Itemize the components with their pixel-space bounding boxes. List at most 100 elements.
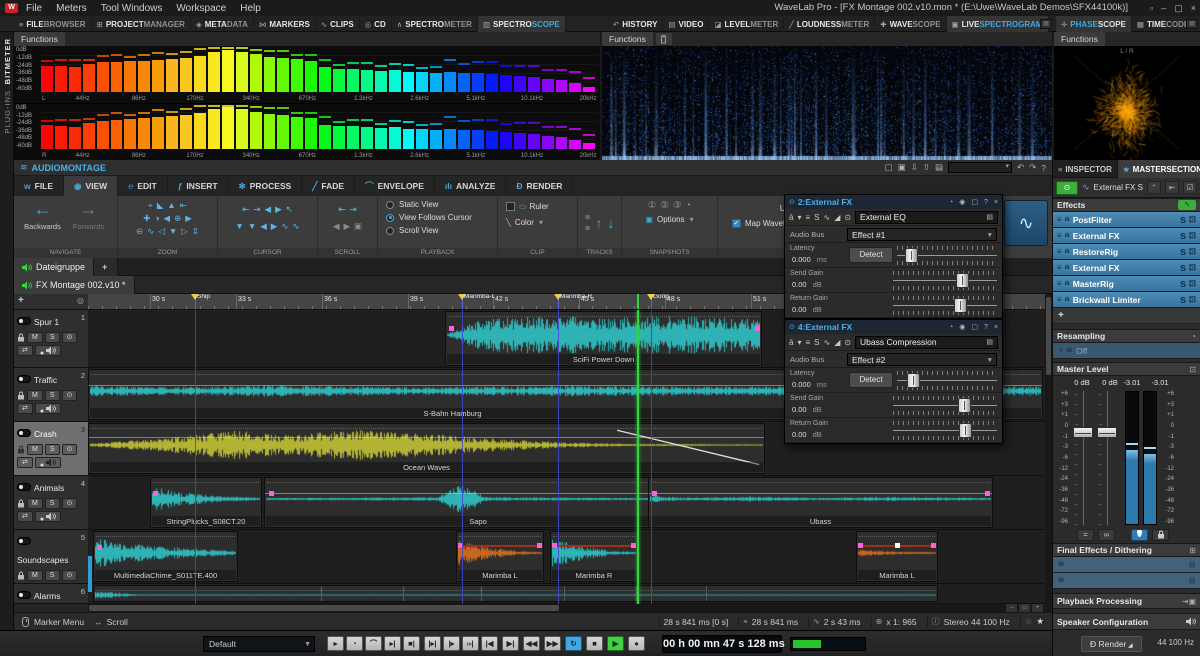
clip-handle[interactable] [755, 326, 760, 331]
play-mode-button-4[interactable]: ■| [403, 636, 420, 651]
help-icon[interactable]: ? [984, 324, 988, 331]
preset-menu-icon[interactable]: ▤ [986, 338, 993, 346]
play-mode-button-1[interactable]: ◔ [346, 636, 363, 651]
volume-envelope[interactable] [649, 493, 992, 494]
tab-metadata[interactable]: ◈METADATA [191, 16, 254, 32]
envelope-handle[interactable] [895, 543, 900, 548]
snapshot-slot-icon[interactable]: ② [660, 200, 669, 211]
bypass-effect-button[interactable]: ⊡ [1189, 262, 1196, 273]
zoom-tool-icon[interactable]: ✚ [143, 213, 150, 224]
ribbon-tab-file[interactable]: wFILE [14, 176, 64, 196]
slider-handle[interactable] [905, 248, 918, 263]
tool-config-icon[interactable]: ∿ [1082, 182, 1090, 193]
monitor-icon[interactable]: ◉ [959, 323, 965, 331]
effect-slot-external-fx[interactable]: ≡ıΙıExternal FXS⊡ [1053, 228, 1200, 244]
cursor-tool-icon[interactable]: ▼ [235, 221, 243, 232]
clip-ocean-waves[interactable]: Ocean Waves [88, 423, 765, 474]
cursor-tool-icon[interactable]: ▼ [248, 221, 256, 232]
fader-menu-button[interactable]: = [1077, 529, 1094, 541]
scroll-tool-icon[interactable]: ▶ [343, 221, 350, 232]
track-zoom-indicator[interactable] [88, 556, 92, 592]
rewind-button[interactable]: ◀◀ [523, 636, 540, 651]
zoom-tool-icon[interactable]: ⇤ [180, 200, 187, 211]
cursor-tool-icon[interactable]: ∿ [281, 221, 288, 232]
apply-icon[interactable]: ☑ [1183, 181, 1197, 194]
tab-cd[interactable]: ◎CD [360, 16, 392, 32]
mute-button[interactable]: M [27, 390, 43, 401]
envelope-handle[interactable] [858, 543, 863, 548]
new-icon[interactable]: ▢ [885, 162, 893, 173]
snapshot-slot-icon[interactable]: ◔ [685, 200, 691, 211]
forwards-button[interactable]: →Forwards [66, 198, 112, 231]
clip-scifi-power-down[interactable]: SciFi Power Down [445, 311, 762, 366]
lock-icon[interactable] [17, 391, 25, 400]
track-header-spur-1[interactable]: Spur 11MS⊙⇄● [14, 310, 88, 368]
track-header-traffic[interactable]: Traffic2MS⊙⇄● [14, 368, 88, 422]
track-bypass-button[interactable]: ⊙ [62, 498, 78, 509]
resampling-header-icon[interactable]: ◔ [1191, 332, 1196, 341]
bypass-icon[interactable]: ⊡ [1189, 561, 1195, 569]
tab-markers[interactable]: ⋈MARKERS [254, 16, 316, 32]
zoom-tool-icon[interactable]: ▶ [185, 213, 192, 224]
level-icon[interactable]: ◢ [834, 338, 840, 347]
export-icon[interactable]: ▤ [935, 162, 943, 173]
cursor-tool-icon[interactable]: ▶ [271, 221, 278, 232]
zoom-tool-icon[interactable]: ∿ [147, 226, 154, 237]
track-routing-button[interactable]: ⇄ [17, 511, 33, 522]
master-fader-left[interactable] [1073, 391, 1093, 525]
scroll-tool-icon[interactable]: ⇥ [350, 204, 357, 215]
track-settings-icon[interactable]: ◎ [77, 296, 84, 305]
open-icon[interactable]: ▣ [898, 162, 906, 173]
lock-faders-button[interactable] [1152, 529, 1169, 541]
clip-ubass[interactable]: Ubass [648, 477, 993, 528]
help-icon[interactable]: ? [1041, 163, 1046, 173]
stop-button[interactable]: ■ [586, 636, 603, 651]
ribbon-tab-envelope[interactable]: ⌒ENVELOPE [355, 176, 435, 196]
tab-loudnessmeter[interactable]: ╱LOUDNESSMETER [784, 16, 875, 32]
maximize-icon[interactable]: ▢ [1174, 3, 1183, 14]
zoom-tool-icon[interactable]: ⇕ [192, 226, 199, 237]
lock-icon[interactable] [17, 333, 25, 342]
solo-icon[interactable]: S [814, 338, 819, 347]
effect-slot-postfilter[interactable]: ≡ıΙıPostFilterS⊡ [1053, 212, 1200, 228]
goto-start-button[interactable]: |◀ [481, 636, 498, 651]
group-tab-dateigruppe[interactable]: Dateigruppe [14, 258, 94, 276]
save-icon[interactable]: ⇩ [911, 162, 918, 173]
slider-handle[interactable] [954, 298, 967, 313]
clip-marimba-l[interactable]: Marimba L [856, 531, 938, 582]
menu-help[interactable]: Help [240, 3, 261, 14]
track-list-icon[interactable]: ≣ [585, 224, 591, 232]
param-slider[interactable] [893, 271, 997, 290]
cursor-tool-icon[interactable]: ⇥ [253, 204, 260, 215]
zoom-tool-icon[interactable]: ◣ [157, 200, 164, 211]
effect-slot-brickwall-limiter[interactable]: ≡ıΙıBrickwall LimiterS⊡ [1053, 292, 1200, 308]
anti-clip-button[interactable] [1131, 529, 1148, 541]
resampling-slot[interactable]: ◑ıΙıOff [1053, 343, 1200, 359]
final-effect-slot-2[interactable]: ıΙı⊡ [1053, 573, 1200, 589]
zoom-tool-icon[interactable]: ◁ [158, 226, 165, 237]
ribbon-tab-process[interactable]: ✻PROCESS [229, 176, 303, 196]
zoom-tool-icon[interactable]: ▲ [167, 200, 175, 211]
track-active-toggle[interactable] [17, 429, 31, 437]
effect-slot-restorerig[interactable]: ≡ıΙıRestoreRigS⊡ [1053, 244, 1200, 260]
ruler-checkbox[interactable]: ▭Ruler [498, 198, 577, 214]
fader-handle[interactable] [1097, 427, 1117, 438]
track-header-soundscapes[interactable]: Soundscapes5MS⊙⇄● [14, 530, 88, 584]
lock-icon[interactable] [17, 445, 25, 454]
zoom-tool-icon[interactable]: ⊕ [174, 213, 181, 224]
clip-handle[interactable] [985, 491, 990, 496]
tab-filebrowser[interactable]: ≡FILEBROWSER [14, 16, 92, 32]
bypass-effect-button[interactable]: ⊡ [1189, 278, 1196, 289]
track-bypass-button[interactable]: ⊙ [62, 332, 78, 343]
bypass-effect-button[interactable]: ⊡ [1189, 214, 1196, 225]
bypass-icon[interactable]: ā [789, 213, 793, 222]
marker-gong[interactable]: Gong [647, 294, 655, 300]
tab-mastersection[interactable]: ★MASTERSECTION [1118, 160, 1200, 178]
volume-envelope[interactable] [265, 493, 691, 494]
play-button[interactable]: ▶ [607, 636, 624, 651]
functions-menu[interactable]: Functions [602, 32, 653, 46]
cursor-tool-icon[interactable]: ⇤ [242, 204, 249, 215]
ribbon-tab-fade[interactable]: ╱FADE [302, 176, 355, 196]
fold-icon[interactable]: ⌃ [1147, 181, 1161, 194]
clip-handle[interactable] [153, 491, 158, 496]
